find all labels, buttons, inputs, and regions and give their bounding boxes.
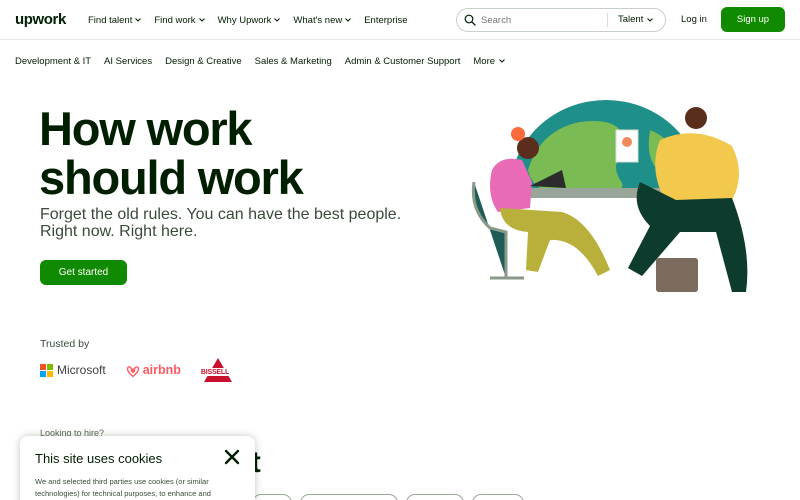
microsoft-logo-text: Microsoft [57,363,106,377]
top-navigation: upwork Find talent Find work Why Upwork … [0,0,800,40]
microsoft-logo: Microsoft [40,363,106,377]
signup-button[interactable]: Sign up [721,7,785,32]
login-link[interactable]: Log in [681,14,707,25]
main-nav: Find talent Find work Why Upwork What's … [88,0,408,40]
nav-why-upwork[interactable]: Why Upwork [218,15,282,26]
chevron-down-icon [198,18,205,22]
search-scope-dropdown[interactable]: Talent [618,14,654,25]
person-left-hair-bun [511,127,525,141]
category-development-it[interactable]: Development & IT [15,56,91,67]
category-pill[interactable] [472,494,524,500]
nav-why-upwork-label: Why Upwork [217,14,272,26]
chevron-down-icon [499,59,505,63]
bag-accent [656,258,698,292]
hero-title: How work should work [39,104,419,202]
chevron-down-icon [274,18,281,22]
person-right-head [685,107,707,129]
photo-card-avatar [622,137,632,147]
category-sales-marketing[interactable]: Sales & Marketing [255,56,332,67]
nav-enterprise-label: Enterprise [364,14,408,26]
cookie-body-line-1: We and selected third parties use cookie… [35,477,209,486]
category-pill[interactable] [252,494,292,500]
search-bar: Talent [456,8,666,32]
trusted-by-label: Trusted by [40,338,90,350]
airbnb-logo: airbnb [126,363,181,378]
nav-find-talent-label: Find talent [88,14,133,26]
person-right-body [655,133,739,202]
nav-find-work-label: Find work [154,14,196,26]
category-pill[interactable] [300,494,398,500]
hero-subtitle-line-1: Forget the old rules. You can have the b… [40,206,402,223]
category-ai-services[interactable]: AI Services [104,56,152,67]
cookie-banner-body: We and selected third parties use cookie… [35,476,235,500]
nav-find-work[interactable]: Find work [154,15,205,26]
cookie-banner: This site uses cookies We and selected t… [20,436,255,500]
cookie-body-line-2: technologies) for technical purposes, to… [35,489,211,498]
airbnb-logo-text: airbnb [142,363,181,377]
nav-find-talent[interactable]: Find talent [88,15,142,26]
get-started-button[interactable]: Get started [40,260,127,285]
search-input[interactable] [481,14,601,26]
hero-title-line-1: How work [39,102,253,155]
hero-illustration [471,100,748,292]
category-more-dropdown[interactable]: More [473,56,506,67]
chevron-down-icon [647,17,654,22]
person-left-legs [500,208,610,276]
upwork-logo[interactable]: upwork [15,11,66,28]
microsoft-squares-icon [40,363,53,377]
search-scope-label: Talent [618,14,644,25]
category-design-creative[interactable]: Design & Creative [165,56,242,67]
category-pills [252,494,524,500]
chevron-down-icon [345,18,352,22]
airbnb-belo-icon [126,365,139,377]
bissell-logo: BISSELL [200,357,235,383]
nav-whats-new-label: What's new [293,14,343,26]
trusted-logos: Microsoft airbnb BISSELL [40,356,235,384]
category-bar: Development & IT AI Services Design & Cr… [15,54,506,68]
cookie-banner-title: This site uses cookies [35,451,163,466]
bissell-logo-text: BISSELL [200,369,230,376]
category-more-label: More [473,55,496,67]
nav-enterprise[interactable]: Enterprise [364,15,407,26]
close-icon[interactable] [223,448,241,466]
chevron-down-icon [135,18,142,22]
nav-whats-new[interactable]: What's new [293,15,352,26]
category-pill[interactable] [406,494,464,500]
category-admin-support[interactable]: Admin & Customer Support [345,56,461,67]
hero-subtitle: Forget the old rules. You can have the b… [40,206,420,240]
hero-title-line-2: should work [39,151,304,204]
search-divider [607,13,608,27]
search-icon[interactable] [464,14,476,26]
hero-subtitle-line-2: Right now. Right here. [40,223,198,240]
